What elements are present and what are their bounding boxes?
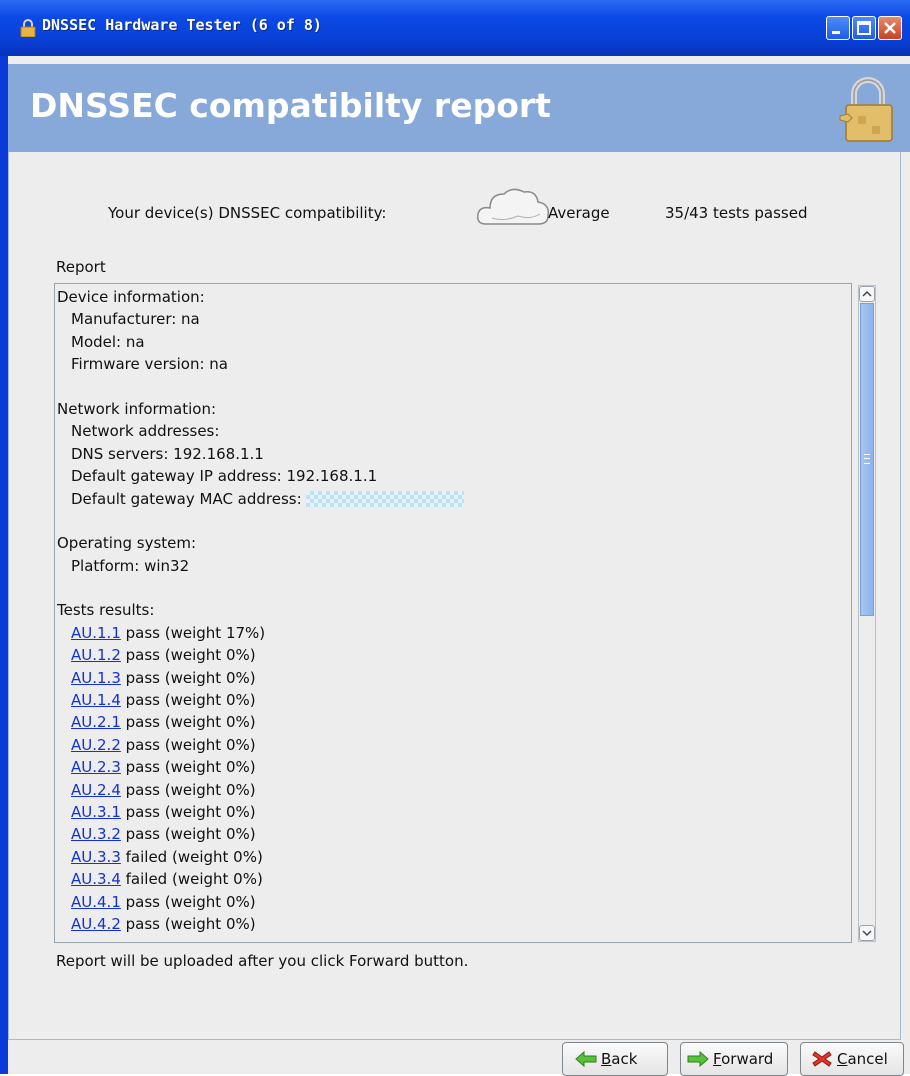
- back-label: Back: [601, 1050, 638, 1068]
- test-result: pass (weight 0%): [120, 892, 256, 911]
- test-link[interactable]: AU.1.3: [71, 669, 121, 687]
- test-result-row: AU.2.4 pass (weight 0%): [57, 779, 837, 801]
- minimize-icon: [832, 31, 840, 34]
- compatibility-rating: Average: [548, 204, 610, 222]
- test-link[interactable]: AU.1.4: [71, 691, 121, 709]
- arrow-right-icon: [687, 1050, 709, 1068]
- test-link[interactable]: AU.4.1: [71, 893, 121, 911]
- test-result-row: AU.3.2 pass (weight 0%): [57, 823, 837, 845]
- forward-button[interactable]: Forward: [680, 1042, 788, 1076]
- back-button[interactable]: Back: [562, 1042, 668, 1076]
- test-result: pass (weight 0%): [120, 735, 256, 754]
- gateway-mac-line: Default gateway MAC address:: [57, 488, 837, 510]
- dns-servers-line: DNS servers: 192.168.1.1: [71, 444, 264, 463]
- test-result: pass (weight 0%): [120, 825, 256, 844]
- test-result: failed (weight 0%): [120, 847, 263, 866]
- lock-icon: [20, 19, 36, 37]
- test-result-row: AU.3.3 failed (weight 0%): [57, 846, 837, 868]
- test-result-row: AU.1.2 pass (weight 0%): [57, 644, 837, 666]
- test-result: pass (weight 0%): [120, 713, 256, 732]
- page-header: DNSSEC compatibilty report: [8, 64, 910, 152]
- report-content: Device information: Manufacturer: na Mod…: [57, 286, 837, 935]
- minimize-button[interactable]: [826, 16, 850, 40]
- grip-icon: [864, 454, 870, 464]
- gateway-ip-line: Default gateway IP address: 192.168.1.1: [71, 467, 378, 486]
- test-result-row: AU.1.3 pass (weight 0%): [57, 667, 837, 689]
- test-result-row: AU.2.1 pass (weight 0%): [57, 711, 837, 733]
- tests-heading: Tests results:: [57, 601, 155, 620]
- manufacturer-line: Manufacturer: na: [71, 310, 200, 329]
- maximize-button[interactable]: [852, 16, 876, 40]
- test-link[interactable]: AU.2.4: [71, 781, 121, 799]
- scroll-down-button[interactable]: [859, 925, 875, 941]
- test-result: pass (weight 0%): [120, 646, 256, 665]
- window-title: DNSSEC Hardware Tester (6 of 8): [42, 16, 322, 34]
- scroll-up-button[interactable]: [859, 286, 875, 302]
- test-result: pass (weight 0%): [120, 914, 256, 933]
- page-title: DNSSEC compatibilty report: [30, 86, 551, 125]
- test-link[interactable]: AU.4.2: [71, 915, 121, 933]
- report-text-area[interactable]: Device information: Manufacturer: na Mod…: [54, 283, 852, 943]
- tests-passed-count: 35/43 tests passed: [665, 204, 808, 222]
- dialog-body: DNSSEC compatibilty report Your device(s…: [8, 56, 910, 1076]
- cancel-button[interactable]: Cancel: [800, 1042, 904, 1076]
- test-link[interactable]: AU.2.1: [71, 713, 121, 731]
- compatibility-label: Your device(s) DNSSEC compatibility:: [108, 204, 387, 222]
- test-link[interactable]: AU.2.3: [71, 758, 121, 776]
- network-addresses-line: Network addresses:: [71, 422, 220, 441]
- cloud-icon: [476, 188, 550, 225]
- test-result: pass (weight 0%): [120, 691, 256, 710]
- network-heading: Network information:: [57, 399, 217, 418]
- test-result-row: AU.2.2 pass (weight 0%): [57, 734, 837, 756]
- close-icon: [884, 22, 896, 34]
- test-result-row: AU.1.4 pass (weight 0%): [57, 689, 837, 711]
- chevron-up-icon: [862, 290, 872, 297]
- test-link[interactable]: AU.2.2: [71, 736, 121, 754]
- test-result-row: AU.4.2 pass (weight 0%): [57, 913, 837, 935]
- test-result: pass (weight 0%): [120, 668, 256, 687]
- test-result-row: AU.3.1 pass (weight 0%): [57, 801, 837, 823]
- test-link[interactable]: AU.3.4: [71, 870, 121, 888]
- red-x-icon: [812, 1051, 832, 1067]
- test-result-row: AU.1.1 pass (weight 17%): [57, 622, 837, 644]
- arrow-left-icon: [575, 1050, 597, 1068]
- test-link[interactable]: AU.1.1: [71, 624, 121, 642]
- test-result-row: AU.2.3 pass (weight 0%): [57, 756, 837, 778]
- test-result: pass (weight 0%): [120, 802, 256, 821]
- test-result-row: AU.4.1 pass (weight 0%): [57, 891, 837, 913]
- test-result: failed (weight 0%): [120, 870, 263, 889]
- test-result-row: AU.3.4 failed (weight 0%): [57, 868, 837, 890]
- redacted-mac-address: [306, 491, 465, 508]
- firmware-line: Firmware version: na: [71, 355, 228, 374]
- test-link[interactable]: AU.3.1: [71, 803, 121, 821]
- model-line: Model: na: [71, 332, 145, 351]
- test-link[interactable]: AU.1.2: [71, 646, 121, 664]
- test-link[interactable]: AU.3.2: [71, 825, 121, 843]
- device-heading: Device information:: [57, 288, 205, 306]
- platform-line: Platform: win32: [71, 556, 190, 575]
- test-link[interactable]: AU.3.3: [71, 848, 121, 866]
- report-scrollbar[interactable]: [858, 285, 876, 942]
- scroll-thumb[interactable]: [860, 303, 874, 616]
- app-window: DNSSEC Hardware Tester (6 of 8) DNSSEC c…: [0, 0, 910, 1076]
- test-result: pass (weight 17%): [120, 623, 266, 642]
- puzzle-lock-icon: [839, 77, 893, 142]
- title-bar[interactable]: DNSSEC Hardware Tester (6 of 8): [0, 0, 910, 56]
- maximize-icon: [857, 21, 871, 35]
- gateway-mac-label: Default gateway MAC address:: [71, 489, 307, 508]
- forward-label: Forward: [713, 1050, 774, 1068]
- test-result: pass (weight 0%): [120, 780, 256, 799]
- test-result: pass (weight 0%): [120, 758, 256, 777]
- close-button[interactable]: [878, 16, 902, 40]
- chevron-down-icon: [862, 930, 872, 937]
- upload-note: Report will be uploaded after you click …: [56, 952, 469, 970]
- cancel-label: Cancel: [837, 1050, 888, 1068]
- report-label: Report: [56, 258, 106, 276]
- os-heading: Operating system:: [57, 534, 197, 553]
